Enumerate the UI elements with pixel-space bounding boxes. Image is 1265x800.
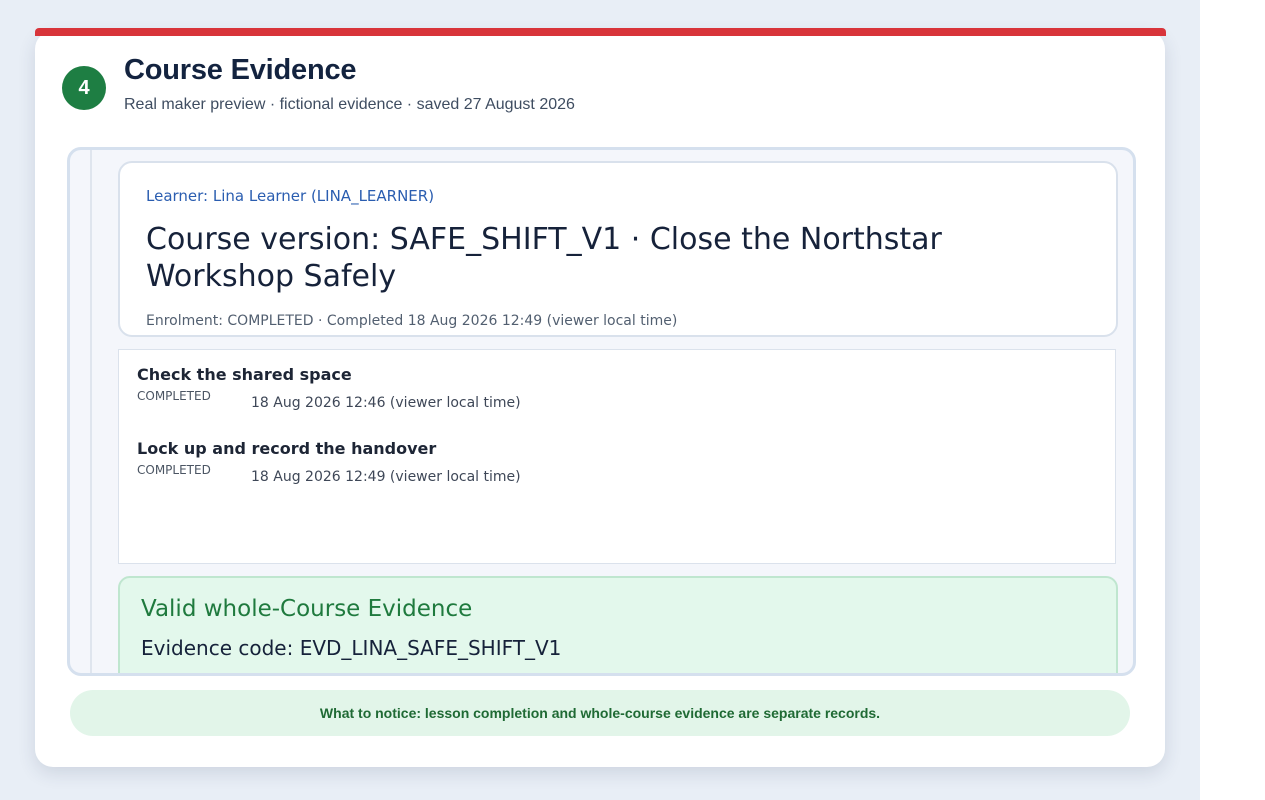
lesson-title: Lock up and record the handover [137, 439, 437, 458]
preview-rail [90, 150, 92, 673]
list-item: Check the shared space COMPLETED 18 Aug … [137, 365, 521, 411]
step-number-badge: 4 [62, 66, 106, 110]
card-accent-bar [35, 28, 1166, 36]
course-version-title: Course version: SAFE_SHIFT_V1 · Close th… [146, 222, 942, 294]
evidence-code: Evidence code: EVD_LINA_SAFE_SHIFT_V1 [141, 636, 562, 660]
lesson-status: COMPLETED [137, 463, 211, 477]
lesson-title: Check the shared space [137, 365, 352, 384]
lesson-completed-time: 18 Aug 2026 12:49 (viewer local time) [251, 469, 521, 485]
page-subtitle: Real maker preview · fictional evidence … [124, 96, 575, 113]
enrolment-status: Enrolment: COMPLETED · Completed 18 Aug … [146, 313, 678, 329]
page-title: Course Evidence [124, 54, 357, 86]
course-evidence-panel: Valid whole-Course Evidence Evidence cod… [118, 576, 1118, 673]
lesson-list: Check the shared space COMPLETED 18 Aug … [118, 349, 1116, 564]
preview-viewport[interactable]: Learner: Lina Learner (LINA_LEARNER) Cou… [67, 147, 1136, 676]
list-item: Lock up and record the handover COMPLETE… [137, 439, 521, 485]
notice-callout: What to notice: lesson completion and wh… [70, 690, 1130, 736]
course-header-card: Learner: Lina Learner (LINA_LEARNER) Cou… [118, 161, 1118, 337]
evidence-title: Valid whole-Course Evidence [141, 596, 473, 622]
lesson-completed-time: 18 Aug 2026 12:46 (viewer local time) [251, 395, 521, 411]
learner-name: Learner: Lina Learner (LINA_LEARNER) [146, 187, 435, 205]
lesson-status: COMPLETED [137, 389, 211, 403]
